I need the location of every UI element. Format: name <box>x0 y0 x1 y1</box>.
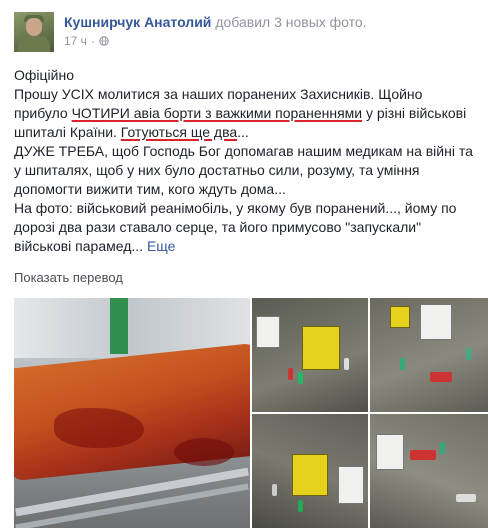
see-more-link[interactable]: Еще <box>147 238 176 254</box>
separator-dot: · <box>90 34 95 48</box>
author-name-link[interactable]: Кушнирчук Анатолий <box>64 14 211 30</box>
photo-grid <box>14 298 488 528</box>
underlined-four-flights: ЧОТИРИ авіа борти з важкими пораненнями <box>71 105 363 121</box>
underlined-two-more: Готуються ще два <box>120 124 238 140</box>
photo-ambulance-street-1[interactable] <box>252 298 368 412</box>
paragraph-need: ДУЖЕ ТРЕБА, щоб Господь Бог допомагав на… <box>14 143 473 197</box>
photo-ambulance-street-2[interactable] <box>370 298 488 412</box>
post-card: Кушнирчук Анатолий добавил 3 новых фото.… <box>0 0 488 528</box>
author-avatar[interactable] <box>14 12 54 52</box>
author-line: Кушнирчук Анатолий добавил 3 новых фото. <box>64 14 367 30</box>
paragraph-prayer: Прошу УСІХ молитися за наших поранених З… <box>14 86 467 140</box>
photo-ambulance-stretcher[interactable] <box>14 298 250 528</box>
post-text: Офіційно Прошу УСІХ молитися за наших по… <box>14 66 480 256</box>
post-meta: 17 ч · <box>64 34 109 48</box>
post-action-text: добавил 3 новых фото. <box>215 14 367 30</box>
photo-ambulance-street-3[interactable] <box>252 414 368 528</box>
globe-icon[interactable] <box>99 36 109 46</box>
photo-ambulance-street-4[interactable] <box>370 414 488 528</box>
paragraph-official: Офіційно <box>14 67 74 83</box>
post-header: Кушнирчук Анатолий добавил 3 новых фото.… <box>14 8 484 58</box>
show-translation-link[interactable]: Показать перевод <box>14 270 123 285</box>
paragraph-photo-desc: На фото: військовий реанімобіль, у якому… <box>14 200 457 254</box>
post-timestamp[interactable]: 17 ч <box>64 34 87 48</box>
